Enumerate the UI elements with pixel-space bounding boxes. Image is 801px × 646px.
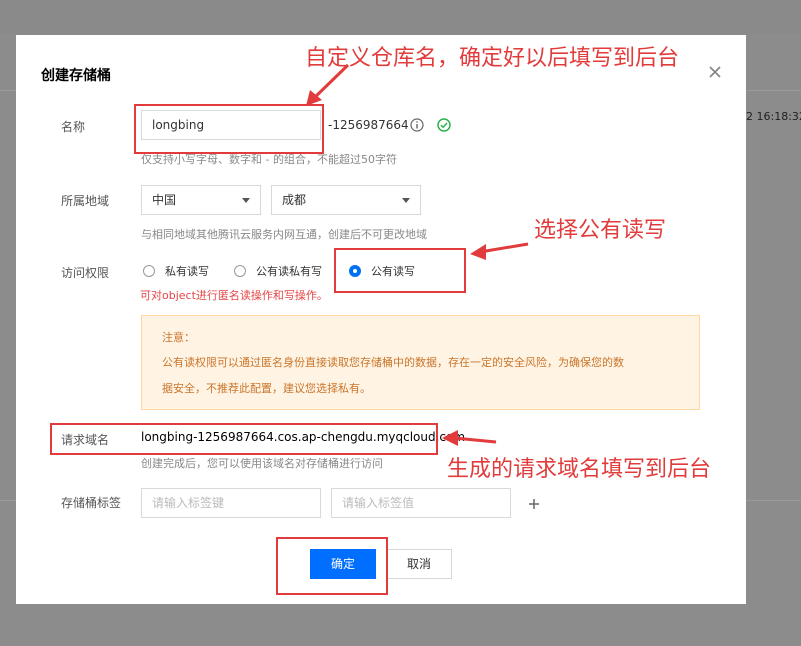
appid-suffix: -1256987664 bbox=[328, 118, 409, 132]
dialog-title: 创建存储桶 bbox=[41, 68, 111, 84]
radio-public-read[interactable]: 公有读私有写 bbox=[234, 263, 322, 279]
check-circle-icon bbox=[437, 118, 451, 132]
chevron-down-icon bbox=[242, 198, 250, 203]
radio-circle-selected[interactable] bbox=[349, 265, 361, 277]
radio-label: 私有读写 bbox=[165, 265, 209, 278]
radio-circle[interactable] bbox=[143, 265, 155, 277]
annotation-repo-name: 自定义仓库名，确定好以后填写到后台 bbox=[305, 46, 680, 71]
access-label: 访问权限 bbox=[61, 266, 110, 280]
city-value: 成都 bbox=[282, 193, 307, 207]
annotation-domain: 生成的请求域名填写到后台 bbox=[447, 457, 712, 482]
notice-line: 公有读权限可以通过匿名身份直接读取您存储桶中的数据，存在一定的安全风险，为确保您… bbox=[162, 356, 624, 369]
radio-label: 公有读写 bbox=[371, 265, 415, 278]
plus-icon[interactable] bbox=[528, 498, 540, 510]
country-select[interactable]: 中国 bbox=[141, 185, 261, 215]
name-hint: 仅支持小写字母、数字和 - 的组合，不能超过50字符 bbox=[141, 153, 397, 166]
notice-line: 据安全，不推荐此配置，建议您选择私有。 bbox=[162, 382, 371, 395]
background-timestamp: 2 16:18:32 bbox=[746, 110, 801, 123]
request-domain-value: longbing-1256987664.cos.ap-chengdu.myqcl… bbox=[141, 430, 466, 444]
security-notice: 注意： 公有读权限可以通过匿名身份直接读取您存储桶中的数据，存在一定的安全风险，… bbox=[141, 315, 700, 410]
region-hint: 与相同地域其他腾讯云服务内网互通，创建后不可更改地域 bbox=[141, 228, 427, 241]
radio-public-read-write[interactable]: 公有读写 bbox=[349, 263, 415, 279]
domain-label: 请求域名 bbox=[61, 433, 110, 447]
name-label: 名称 bbox=[61, 120, 86, 134]
tag-value-input[interactable]: 请输入标签值 bbox=[331, 488, 511, 518]
region-label: 所属地域 bbox=[61, 194, 110, 208]
background-header bbox=[0, 0, 801, 34]
radio-private[interactable]: 私有读写 bbox=[143, 263, 209, 279]
bucket-name-input[interactable]: longbing bbox=[141, 110, 321, 140]
notice-title: 注意： bbox=[162, 331, 195, 344]
confirm-button[interactable]: 确定 bbox=[310, 549, 376, 579]
domain-hint: 创建完成后，您可以使用该域名对存储桶进行访问 bbox=[141, 457, 383, 470]
cancel-button[interactable]: 取消 bbox=[386, 549, 452, 579]
close-icon[interactable] bbox=[706, 63, 724, 81]
radio-label: 公有读私有写 bbox=[256, 265, 322, 278]
country-value: 中国 bbox=[152, 193, 177, 207]
chevron-down-icon bbox=[402, 198, 410, 203]
tags-label: 存储桶标签 bbox=[61, 496, 122, 510]
tag-key-input[interactable]: 请输入标签键 bbox=[141, 488, 321, 518]
radio-circle[interactable] bbox=[234, 265, 246, 277]
city-select[interactable]: 成都 bbox=[271, 185, 421, 215]
annotation-access: 选择公有读写 bbox=[534, 218, 667, 243]
create-bucket-dialog: 创建存储桶 名称 longbing -1256987664 仅支持小写字母、数字… bbox=[16, 35, 746, 604]
info-icon[interactable] bbox=[410, 118, 424, 132]
access-warning: 可对object进行匿名读操作和写操作。 bbox=[140, 289, 328, 302]
